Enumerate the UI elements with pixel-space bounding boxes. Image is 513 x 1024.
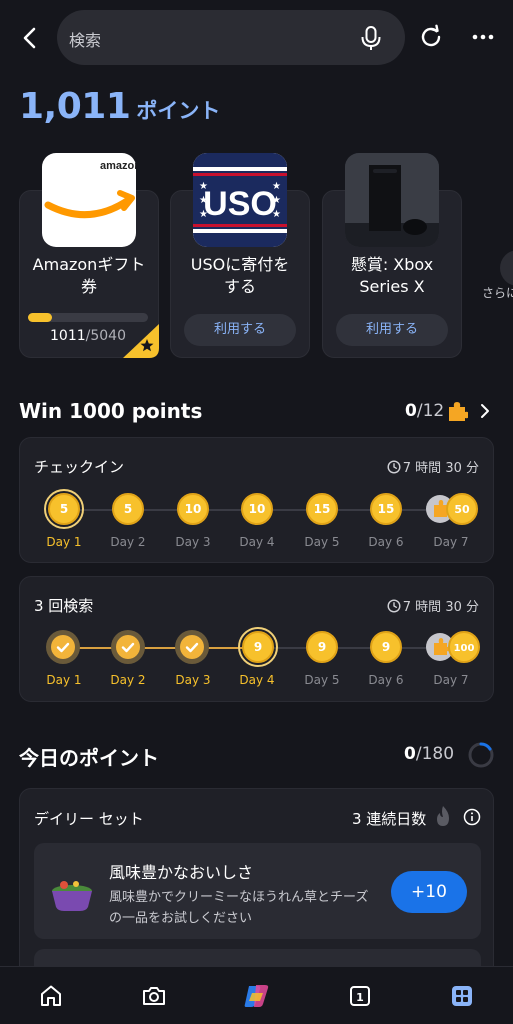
tabs-icon[interactable]: 1 (347, 983, 373, 1009)
search-coin-day5: 9 (306, 631, 338, 663)
day-label: Day 1 (46, 673, 82, 687)
points-value: 1,011 (19, 86, 131, 127)
checkin-coin-day6: 15 (370, 493, 402, 525)
daily-offer-item[interactable]: 風味豊かなおいしさ 風味豊かでクリーミーなほうれん草とチーズの一品をお試しくださ… (34, 843, 481, 939)
reward-progress-bar (28, 313, 148, 322)
day-label: Day 3 (175, 673, 211, 687)
day-label: Day 2 (110, 673, 146, 687)
search-bar[interactable]: 検索 (57, 10, 405, 65)
completed-check-day1 (46, 630, 80, 664)
svg-text:1: 1 (356, 991, 364, 1004)
search-task-timer: 7 時間 30 分 (387, 596, 479, 615)
daily-set-title: デイリー セット (34, 810, 144, 828)
checkin-bonus-coin: 50 (426, 493, 482, 525)
checkin-coin-day3: 10 (177, 493, 209, 525)
clock-icon (387, 459, 401, 474)
uso-logo: ★ ★ ★ ★ ★ ★ USO (193, 153, 287, 247)
checkin-timer: 7 時間 30 分 (387, 457, 479, 476)
xbox-series-x-image (345, 153, 439, 247)
checkin-task-card[interactable]: チェックイン 7 時間 30 分 5 5 10 10 15 15 50 Day … (19, 437, 494, 563)
win-section-title: Win 1000 points (19, 399, 203, 423)
day-label: Day 7 (433, 535, 469, 549)
food-dish-icon (48, 873, 96, 913)
points-total: 1,011 ポイント (19, 86, 220, 127)
redeem-button-xbox[interactable]: 利用する (336, 314, 448, 346)
day-label: Day 2 (110, 535, 146, 549)
camera-icon[interactable] (141, 983, 167, 1009)
completed-check-day2 (111, 630, 145, 664)
search-bonus-coin: 100 (426, 631, 482, 663)
search-coin-day4: 9 (242, 631, 274, 663)
earn-points-button[interactable]: +10 (391, 871, 467, 913)
refresh-icon[interactable] (416, 22, 446, 52)
back-arrow-icon[interactable] (14, 22, 46, 54)
day-label: Day 6 (368, 673, 404, 687)
reward-title-xbox: 懸賞: Xbox Series X (350, 255, 434, 296)
day-label: Day 3 (175, 535, 211, 549)
top-bar: 検索 (0, 0, 513, 76)
today-points-count: 0/180 (404, 744, 455, 764)
chevron-right-icon[interactable] (500, 250, 513, 286)
checkin-title: チェックイン (34, 458, 125, 476)
clock-icon (387, 598, 401, 613)
streak-label: 3 連続日数 (352, 810, 427, 828)
microphone-icon[interactable] (357, 24, 385, 52)
day-label: Day 1 (46, 535, 82, 549)
bottom-navigation: 1 (0, 966, 513, 1024)
svg-text:100: 100 (454, 643, 475, 654)
progress-ring-icon (467, 741, 495, 769)
reward-title-amazon: Amazonギフト 券 (32, 255, 146, 296)
checkin-coin-day4: 10 (241, 493, 273, 525)
reward-title-uso: USOに寄付を する (190, 255, 290, 296)
search-task-card[interactable]: 3 回検索 7 時間 30 分 9 9 9 100 Day 1 Day 2 Da… (19, 576, 494, 702)
offer-description: 風味豊かでクリーミーなほうれん草とチーズの一品をお試しください (109, 890, 369, 926)
redeem-button-uso[interactable]: 利用する (184, 314, 296, 346)
more-rewards-button[interactable]: さらに (478, 250, 513, 300)
day-label: Day 5 (304, 673, 340, 687)
reward-progress-text: 1011/5040 (50, 328, 126, 344)
flame-icon (433, 805, 453, 827)
search-track-done (64, 647, 256, 649)
search-coin-day6: 9 (370, 631, 402, 663)
more-icon[interactable] (468, 22, 498, 52)
reward-progress-fill (28, 313, 52, 322)
day-label: Day 5 (304, 535, 340, 549)
checkin-coin-day1: 5 (48, 493, 80, 525)
win-progress-count[interactable]: 0/12 (405, 401, 444, 421)
more-rewards-label: さらに (482, 286, 513, 300)
checkin-coin-day5: 15 (306, 493, 338, 525)
completed-check-day3 (175, 630, 209, 664)
home-icon[interactable] (38, 983, 64, 1009)
day-label: Day 7 (433, 673, 469, 687)
today-points-title: 今日のポイント (19, 746, 159, 770)
svg-text:amazon: amazon (100, 160, 136, 172)
day-label: Day 6 (368, 535, 404, 549)
copilot-icon[interactable] (243, 983, 269, 1009)
svg-text:50: 50 (454, 503, 470, 516)
day-label: Day 4 (239, 673, 275, 687)
points-unit: ポイント (136, 99, 221, 123)
chevron-right-icon[interactable] (478, 402, 492, 420)
search-task-title: 3 回検索 (34, 597, 94, 615)
puzzle-piece-icon (446, 400, 469, 422)
day-label: Day 4 (239, 535, 275, 549)
info-icon[interactable] (463, 808, 481, 826)
apps-grid-icon[interactable] (449, 983, 475, 1009)
search-input[interactable]: 検索 (69, 27, 101, 51)
star-badge-icon (123, 324, 159, 358)
offer-title: 風味豊かなおいしさ (109, 863, 254, 882)
checkin-coin-day2: 5 (112, 493, 144, 525)
svg-text:USO: USO (203, 185, 277, 223)
amazon-gift-logo: amazon (42, 153, 136, 247)
